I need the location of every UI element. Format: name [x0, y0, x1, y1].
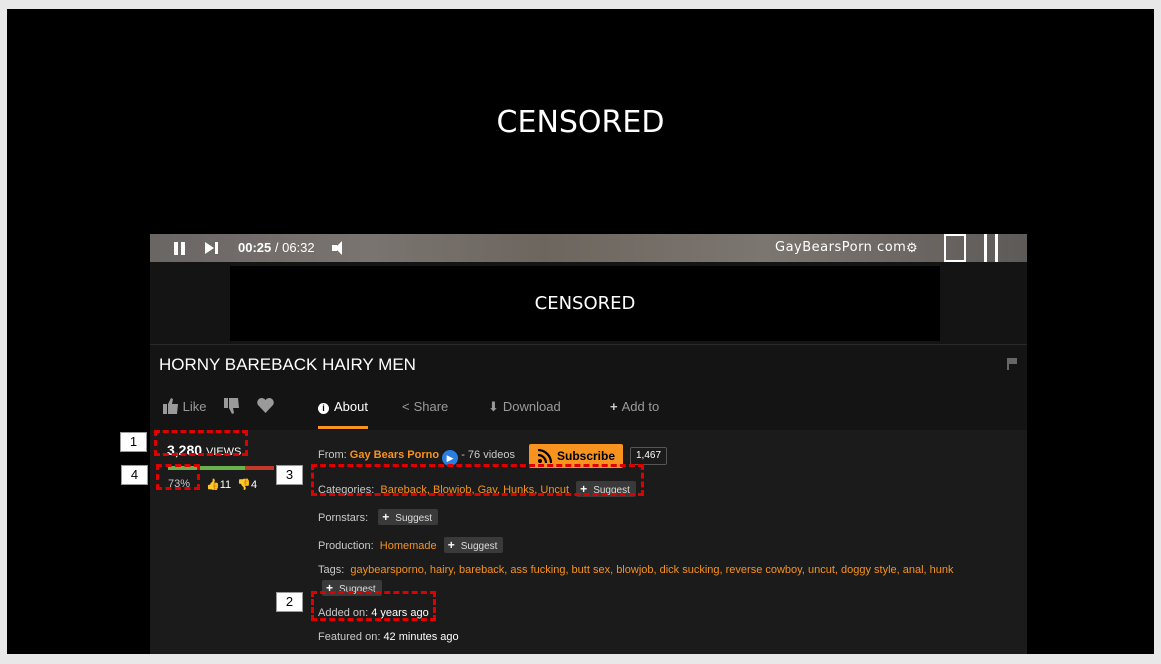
time-current: 00:25 — [238, 240, 272, 255]
video-player: 00:25 / 06:32 GayBearsPorn com ⚙ CENSORE… — [150, 234, 1027, 654]
thumbs-down-icon: 👎 — [237, 479, 251, 491]
add-to-label: Add to — [621, 399, 660, 414]
annotation-label-1: 1 — [120, 432, 147, 452]
tags-label: Tags: — [318, 564, 345, 576]
video-title: HORNY BAREBACK HAIRY MEN — [159, 355, 416, 374]
next-icon[interactable] — [204, 234, 220, 262]
tab-download[interactable]: ⬇ Download — [488, 384, 561, 430]
channel-link[interactable]: Gay Bears Porno — [350, 449, 439, 461]
slide-canvas: CENSORED 00:25 / 06:32 GayBearsPorn com … — [7, 9, 1154, 654]
favorite-button[interactable] — [257, 384, 274, 430]
download-icon: ⬇ — [488, 399, 499, 414]
thumbs-up-count: 11 — [219, 479, 232, 491]
time-display: 00:25 / 06:32 — [238, 234, 315, 262]
player-controls: 00:25 / 06:32 GayBearsPorn com ⚙ — [150, 234, 1027, 262]
annotation-box-added — [311, 591, 436, 621]
plus-icon: + — [447, 538, 455, 552]
featured-label: Featured on: — [318, 631, 381, 643]
pause-icon[interactable] — [172, 234, 186, 262]
video-count: - 76 videos — [461, 449, 515, 461]
tab-add-to[interactable]: + Add to — [610, 384, 659, 430]
featured-row: Featured on: 42 minutes ago — [318, 631, 459, 643]
download-label: Download — [502, 399, 561, 414]
suggest-label: Suggest — [460, 541, 498, 552]
about-label: About — [334, 399, 368, 414]
featured-value: 42 minutes ago — [383, 631, 459, 643]
pornstars-row: Pornstars: + Suggest — [318, 509, 438, 525]
production-row: Production: Homemade + Suggest — [318, 537, 504, 553]
censored-banner: CENSORED — [496, 105, 665, 140]
suggest-pornstars-button[interactable]: + Suggest — [378, 509, 438, 525]
tags-row: Tags: gaybearsporno, hairy, bareback, as… — [318, 564, 954, 576]
thumbs-down-count: 4 — [250, 479, 258, 491]
suggest-label: Suggest — [395, 513, 432, 524]
annotation-label-2: 2 — [276, 592, 303, 612]
production-link[interactable]: Homemade — [380, 540, 437, 552]
suggest-production-button[interactable]: + Suggest — [443, 537, 504, 553]
time-total: / 06:32 — [271, 240, 315, 255]
annotation-box-categories — [311, 464, 644, 496]
share-label: Share — [413, 399, 449, 414]
dislike-button[interactable] — [224, 384, 240, 430]
like-label: Like — [182, 399, 207, 414]
from-label: From: — [318, 449, 347, 461]
heart-icon — [257, 397, 274, 413]
fullscreen-icon[interactable] — [984, 234, 998, 262]
tags-links[interactable]: gaybearsporno, hairy, bareback, ass fuck… — [350, 564, 953, 576]
screen-mode-icon[interactable] — [944, 234, 966, 262]
thumbs-up-icon — [163, 398, 178, 414]
vote-counts: 👍11 👎4 — [206, 478, 257, 491]
plus-icon: + — [382, 510, 390, 524]
tab-about[interactable]: i About — [318, 384, 368, 430]
annotation-box-views — [154, 430, 248, 456]
info-icon: i — [318, 403, 329, 414]
flag-icon[interactable] — [1007, 358, 1017, 370]
active-tab-indicator — [318, 426, 368, 429]
plus-icon: + — [610, 399, 618, 414]
subscribe-label: Subscribe — [557, 449, 616, 463]
action-bar: Like i About < Share ⬇ Download + Add to — [150, 384, 1027, 430]
subscriber-count: 1,467 — [630, 447, 668, 465]
thumbs-down-icon — [224, 398, 239, 414]
tab-share[interactable]: < Share — [402, 384, 448, 430]
thumbs-up-icon: 👍 — [206, 479, 220, 491]
censored-video: CENSORED — [230, 266, 940, 341]
brand-watermark: GayBearsPorn com — [775, 240, 907, 255]
rss-icon — [538, 449, 552, 463]
title-bar: HORNY BAREBACK HAIRY MEN — [150, 344, 1027, 384]
annotation-label-4: 4 — [121, 465, 148, 485]
pornstars-label: Pornstars: — [318, 512, 369, 524]
production-label: Production: — [318, 540, 374, 552]
annotation-box-rating — [156, 464, 200, 490]
like-button[interactable]: Like — [163, 384, 206, 430]
share-icon: < — [402, 399, 410, 414]
annotation-label-3: 3 — [276, 465, 303, 485]
volume-icon[interactable] — [332, 234, 350, 262]
gear-icon[interactable]: ⚙ — [906, 234, 918, 262]
